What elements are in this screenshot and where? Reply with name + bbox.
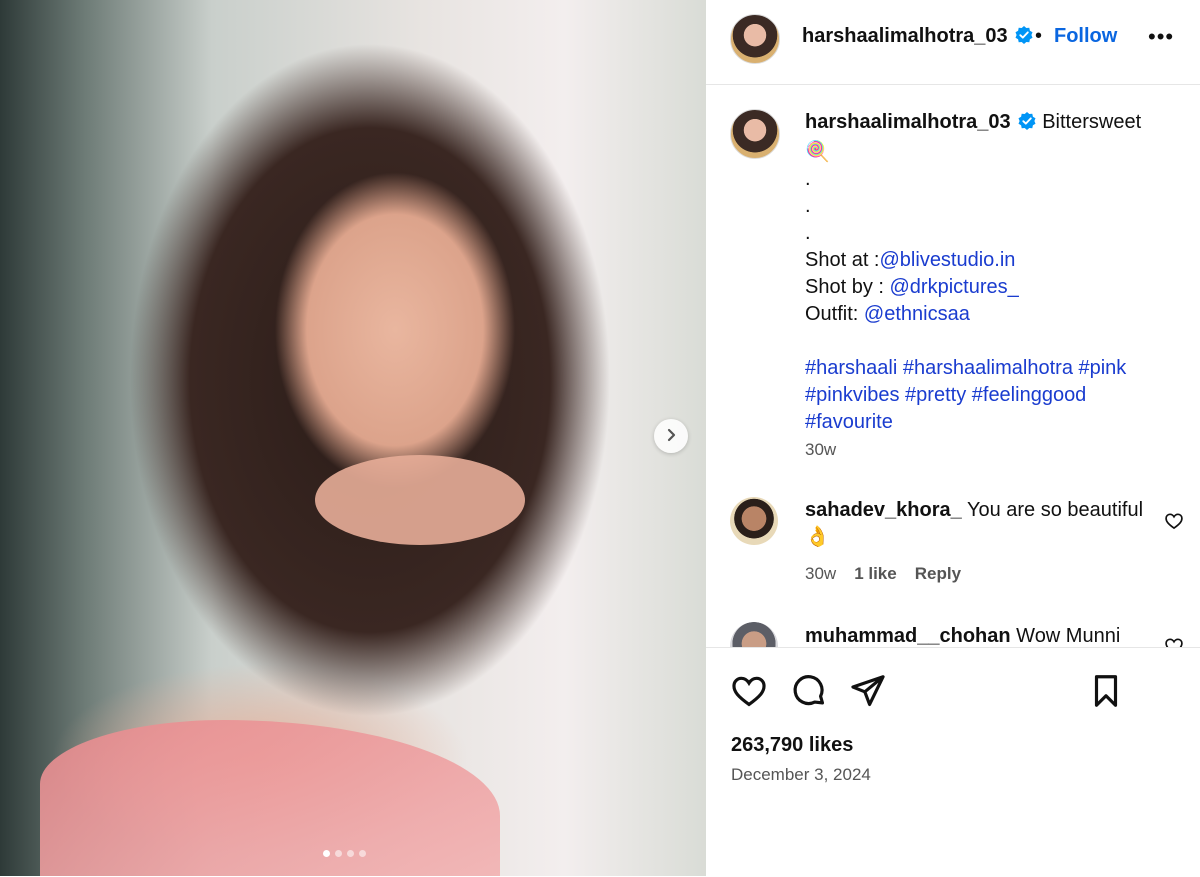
- image-hand-region: [315, 455, 525, 545]
- carousel-next-button[interactable]: [654, 419, 688, 453]
- post-side-panel: harshaalimalhotra_03 • Follow ••• harsha…: [706, 0, 1200, 877]
- verified-badge-icon: [1017, 111, 1037, 139]
- carousel-dot: [359, 850, 366, 857]
- outfit-label: Outfit:: [805, 303, 864, 325]
- hashtags-line[interactable]: #favourite: [805, 409, 1155, 436]
- caption-emoji: 🍭: [805, 141, 830, 163]
- post-caption: harshaalimalhotra_03 Bittersweet 🍭 . . .…: [805, 109, 1155, 436]
- caption-dot: .: [805, 168, 811, 190]
- comment-bubble-icon[interactable]: [790, 672, 828, 715]
- comment: muhammad__chohan Wow Munni: [805, 623, 1155, 647]
- post-date[interactable]: December 3, 2024: [731, 765, 871, 785]
- header-separator: •: [1035, 25, 1043, 47]
- comments-section[interactable]: harshaalimalhotra_03 Bittersweet 🍭 . . .…: [706, 85, 1200, 647]
- carousel-dots: [323, 850, 366, 857]
- hashtags-line[interactable]: #pinkvibes #pretty #feelinggood: [805, 382, 1155, 409]
- hashtags-line[interactable]: #harshaali #harshaalimalhotra #pink: [805, 355, 1155, 382]
- comment-avatar[interactable]: [730, 622, 778, 647]
- caption-text: Bittersweet: [1042, 111, 1142, 133]
- comment: sahadev_khora_ You are so beautiful 👌: [805, 497, 1155, 551]
- mention-link-ethnicsaa[interactable]: @ethnicsaa: [864, 303, 970, 325]
- comment-timestamp[interactable]: 30w: [805, 564, 836, 584]
- comment-text: You are so beautiful: [966, 499, 1144, 521]
- comment-meta: 30w 1 like Reply: [805, 564, 961, 584]
- comment-emoji: 👌: [805, 526, 830, 548]
- comment-username[interactable]: sahadev_khora_: [805, 499, 962, 521]
- comment-like-count[interactable]: 1 like: [854, 564, 897, 584]
- shot-by-label: Shot by :: [805, 276, 890, 298]
- like-heart-icon[interactable]: [730, 672, 768, 715]
- image-dress-region: [40, 720, 500, 876]
- author-avatar[interactable]: [730, 14, 780, 64]
- caption-dot: .: [805, 195, 811, 217]
- carousel-dot-active: [323, 850, 330, 857]
- caption-avatar[interactable]: [730, 109, 780, 159]
- mention-link-drkpictures[interactable]: @drkpictures_: [890, 276, 1019, 298]
- more-options-icon[interactable]: •••: [1148, 24, 1174, 50]
- share-paper-plane-icon[interactable]: [849, 672, 887, 715]
- comment-like-heart-icon[interactable]: [1164, 511, 1184, 536]
- carousel-dot: [335, 850, 342, 857]
- follow-button[interactable]: Follow: [1054, 25, 1117, 48]
- shot-at-label: Shot at :: [805, 249, 880, 271]
- post-header: harshaalimalhotra_03 • Follow •••: [706, 0, 1200, 85]
- caption-username[interactable]: harshaalimalhotra_03: [805, 111, 1037, 133]
- comment-reply-button[interactable]: Reply: [915, 564, 961, 584]
- comment-like-heart-icon[interactable]: [1164, 636, 1184, 647]
- save-bookmark-icon[interactable]: [1087, 672, 1125, 715]
- chevron-right-icon: [664, 428, 678, 445]
- author-username[interactable]: harshaalimalhotra_03: [802, 25, 1034, 51]
- caption-dot: .: [805, 222, 811, 244]
- carousel-dot: [347, 850, 354, 857]
- comment-username[interactable]: muhammad__chohan: [805, 625, 1011, 647]
- comment-avatar[interactable]: [730, 497, 778, 545]
- likes-count[interactable]: 263,790 likes: [731, 734, 853, 757]
- post-actions: 263,790 likes December 3, 2024: [706, 647, 1200, 877]
- comment-text: Wow Munni: [1016, 625, 1121, 647]
- post-image: [0, 0, 706, 876]
- caption-timestamp[interactable]: 30w: [805, 440, 836, 460]
- mention-link-blivestudio[interactable]: @blivestudio.in: [880, 249, 1016, 271]
- verified-badge-icon: [1014, 25, 1034, 51]
